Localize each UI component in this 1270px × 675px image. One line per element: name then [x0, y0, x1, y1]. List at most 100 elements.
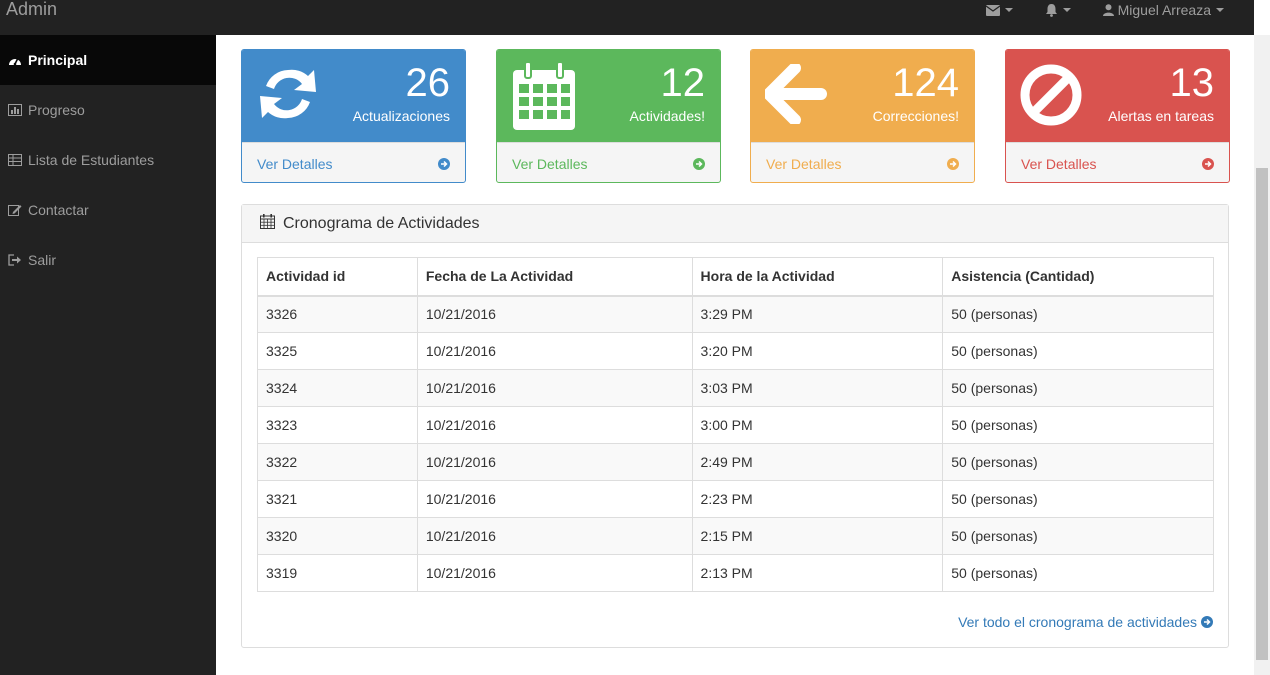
table-cell: 3:00 PM: [691, 406, 944, 444]
alerts-dropdown[interactable]: [1045, 3, 1071, 17]
table-cell: 2:15 PM: [691, 517, 944, 555]
arrow-circle-right-icon: [1201, 616, 1213, 628]
sidebar-item-principal[interactable]: Principal: [0, 35, 216, 85]
view-details-link[interactable]: Ver Detalles: [751, 142, 974, 182]
view-details-link[interactable]: Ver Detalles: [497, 142, 720, 182]
table-cell: 10/21/2016: [416, 332, 693, 370]
sidebar-item-label: Progreso: [28, 102, 85, 118]
panel-label: Alertas en tareas: [1108, 108, 1214, 124]
table-cell: 10/21/2016: [416, 443, 693, 481]
view-details-link[interactable]: Ver Detalles: [1006, 142, 1229, 182]
table-header-row: Actividad id Fecha de La Actividad Hora …: [257, 257, 1214, 297]
panel-number: 12: [660, 61, 706, 105]
user-name: Miguel Arreaza: [1117, 2, 1211, 18]
sign-out-icon: [8, 253, 22, 267]
ban-icon: [1020, 64, 1082, 129]
panel-number: 13: [1169, 61, 1215, 105]
edit-icon: [8, 203, 22, 217]
view-all-schedule-link[interactable]: Ver todo el cronograma de actividades: [958, 614, 1213, 630]
panel-label: Correcciones!: [872, 108, 959, 124]
table-cell: 10/21/2016: [416, 369, 693, 407]
table-row: 3325 10/21/2016 3:20 PM 50 (personas): [257, 332, 1214, 370]
column-header: Hora de la Actividad: [691, 257, 944, 297]
panel-actividades: 12 Actividades! Ver Detalles: [496, 49, 721, 183]
arrow-circle-right-icon: [947, 157, 959, 170]
table-cell: 50 (personas): [942, 295, 1214, 333]
view-details-label: Ver Detalles: [766, 155, 842, 172]
table-cell: 3:20 PM: [691, 332, 944, 370]
panel-correcciones: 124 Correcciones! Ver Detalles: [750, 49, 975, 183]
bar-chart-icon: [8, 103, 22, 117]
table-cell: 3322: [257, 443, 418, 481]
chevron-down-icon: [1062, 8, 1071, 12]
table-row: 3322 10/21/2016 2:49 PM 50 (personas): [257, 443, 1214, 481]
table-cell: 3:03 PM: [691, 369, 944, 407]
sidebar: Principal Progreso Lista de Estudiantes …: [0, 35, 216, 675]
chevron-down-icon: [1216, 8, 1224, 12]
messages-dropdown[interactable]: [985, 4, 1013, 16]
activities-panel: Cronograma de Actividades Actividad id F…: [241, 204, 1229, 648]
panel-heading: 13 Alertas en tareas: [1006, 50, 1229, 142]
table-cell: 2:13 PM: [691, 554, 944, 592]
user-dropdown[interactable]: Miguel Arreaza: [1102, 2, 1224, 18]
table-cell: 50 (personas): [942, 480, 1214, 518]
panel-heading: 26 Actualizaciones: [242, 50, 465, 142]
table-cell: 2:49 PM: [691, 443, 944, 481]
arrow-circle-right-icon: [1202, 157, 1214, 170]
table-cell: 50 (personas): [942, 554, 1214, 592]
panel-heading: 12 Actividades!: [497, 50, 720, 142]
arrow-circle-right-icon: [438, 157, 450, 170]
panel-alertas: 13 Alertas en tareas Ver Detalles: [1005, 49, 1230, 183]
table-cell: 10/21/2016: [416, 517, 693, 555]
sidebar-item-contactar[interactable]: Contactar: [0, 185, 216, 235]
brand-title[interactable]: Admin: [6, 0, 57, 21]
table-cell: 10/21/2016: [416, 480, 693, 518]
panel-number: 124: [892, 61, 959, 105]
sidebar-item-label: Contactar: [28, 202, 89, 218]
view-details-link[interactable]: Ver Detalles: [242, 142, 465, 182]
calendar-icon: [260, 213, 283, 234]
table-cell: 50 (personas): [942, 443, 1214, 481]
sidebar-item-label: Principal: [28, 52, 88, 68]
panel-actualizaciones: 26 Actualizaciones Ver Detalles: [241, 49, 466, 183]
table-row: 3324 10/21/2016 3:03 PM 50 (personas): [257, 369, 1214, 407]
view-details-label: Ver Detalles: [1021, 155, 1097, 172]
activities-panel-title: Cronograma de Actividades: [283, 214, 480, 232]
table-cell: 3321: [257, 480, 418, 518]
table-row: 3320 10/21/2016 2:15 PM 50 (personas): [257, 517, 1214, 555]
table-cell: 2:23 PM: [691, 480, 944, 518]
column-header: Fecha de La Actividad: [416, 257, 693, 297]
navbar-right: Miguel Arreaza: [954, 0, 1224, 20]
table-cell: 3325: [257, 332, 418, 370]
table-cell: 3323: [257, 406, 418, 444]
table-cell: 3326: [257, 295, 418, 333]
dashboard-icon: [8, 53, 22, 67]
view-all-label: Ver todo el cronograma de actividades: [958, 614, 1197, 630]
chevron-down-icon: [1004, 8, 1013, 12]
sidebar-item-label: Lista de Estudiantes: [28, 152, 155, 168]
user-icon: [1102, 4, 1114, 16]
sidebar-item-estudiantes[interactable]: Lista de Estudiantes: [0, 135, 216, 185]
table-cell: 3:29 PM: [691, 295, 944, 333]
table-cell: 3324: [257, 369, 418, 407]
arrow-left-icon: [763, 62, 827, 127]
scrollbar-thumb[interactable]: [1256, 168, 1268, 660]
top-navbar: Admin Miguel Arreaza: [0, 0, 1254, 35]
arrow-circle-right-icon: [693, 157, 705, 170]
activities-table: Actividad id Fecha de La Actividad Hora …: [257, 257, 1214, 592]
panel-label: Actividades!: [629, 108, 705, 124]
column-header: Actividad id: [257, 257, 418, 297]
view-details-label: Ver Detalles: [257, 155, 333, 172]
table-row: 3323 10/21/2016 3:00 PM 50 (personas): [257, 406, 1214, 444]
sidebar-item-progreso[interactable]: Progreso: [0, 85, 216, 135]
refresh-icon: [256, 62, 320, 129]
table-cell: 50 (personas): [942, 406, 1214, 444]
table-row: 3326 10/21/2016 3:29 PM 50 (personas): [257, 295, 1214, 333]
activities-panel-heading: Cronograma de Actividades: [242, 205, 1228, 243]
table-cell: 10/21/2016: [416, 554, 693, 592]
table-cell: 50 (personas): [942, 517, 1214, 555]
envelope-icon: [985, 4, 1000, 16]
table-cell: 3319: [257, 554, 418, 592]
sidebar-item-salir[interactable]: Salir: [0, 235, 216, 285]
column-header: Asistencia (Cantidad): [942, 257, 1214, 297]
